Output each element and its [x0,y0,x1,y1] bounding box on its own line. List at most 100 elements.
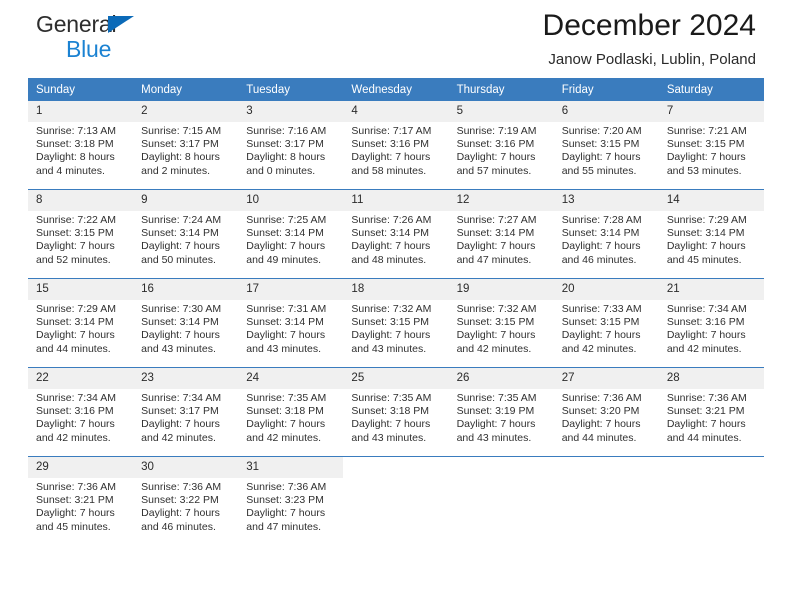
day-cell[interactable]: 1 Sunrise: 7:13 AM Sunset: 3:18 PM Daylight… [28,101,134,190]
day-cell[interactable]: 13 Sunrise: 7:28 AM Sunset: 3:14 PM Dayligh… [553,189,659,279]
day-details: Sunrise: 7:16 AM Sunset: 3:17 PM Daylight:… [238,122,343,178]
day-cell[interactable]: 21 Sunrise: 7:34 AM Sunset: 3:16 PM Dayligh… [658,278,764,368]
daylight-text-line2: and 46 minutes. [141,520,216,533]
day-cell[interactable]: 15 Sunrise: 7:29 AM Sunset: 3:14 PM Dayligh… [28,278,134,368]
daylight-text-line1: Daylight: 7 hours [141,507,220,520]
day-details: Sunrise: 7:34 AM Sunset: 3:17 PM Daylight:… [133,389,238,445]
daylight-text-line1: Daylight: 7 hours [561,329,641,342]
day-details: Sunrise: 7:36 AM Sunset: 3:22 PM Daylight:… [133,478,238,534]
day-cell[interactable]: 14 Sunrise: 7:29 AM Sunset: 3:14 PM Dayligh… [658,189,764,279]
logo-text-general: General [36,11,117,37]
week-row: 1 Sunrise: 7:13 AM Sunset: 3:18 PM Daylight… [28,101,764,190]
sunset-text: Sunset: 3:14 PM [141,227,219,240]
column-header-monday: Monday [133,78,239,101]
sunrise-text: Sunrise: 7:36 AM [666,392,747,404]
day-cell[interactable]: 23 Sunrise: 7:34 AM Sunset: 3:17 PM Dayligh… [133,367,239,457]
day-details: Sunrise: 7:20 AM Sunset: 3:15 PM Daylight:… [554,122,659,178]
day-details: Sunrise: 7:15 AM Sunset: 3:17 PM Daylight:… [133,122,238,178]
sunset-text: Sunset: 3:14 PM [36,316,114,329]
day-cell[interactable]: 22 Sunrise: 7:34 AM Sunset: 3:16 PM Dayligh… [28,367,134,457]
day-details: Sunrise: 7:29 AM Sunset: 3:14 PM Daylight:… [28,300,133,356]
sunset-text: Sunset: 3:14 PM [351,227,430,240]
title-block: December 2024 Janow Podlaski, Lublin, Po… [543,8,756,70]
day-cell[interactable]: 18 Sunrise: 7:32 AM Sunset: 3:15 PM Dayligh… [343,278,449,368]
day-details: Sunrise: 7:36 AM Sunset: 3:23 PM Daylight:… [238,478,343,534]
day-number [448,457,554,466]
daylight-text-line2: and 58 minutes. [351,164,427,177]
day-number: 25 [343,368,449,389]
generalblue-logo[interactable]: General Blue [36,13,166,65]
day-cell[interactable]: 9 Sunrise: 7:24 AM Sunset: 3:14 PM Daylight… [133,189,239,279]
day-details: Sunrise: 7:25 AM Sunset: 3:14 PM Daylight:… [238,211,343,267]
sunset-text: Sunset: 3:14 PM [456,227,535,240]
day-details: Sunrise: 7:28 AM Sunset: 3:14 PM Daylight:… [554,211,659,267]
day-cell[interactable]: 26 Sunrise: 7:35 AM Sunset: 3:19 PM Dayligh… [448,367,554,457]
day-number: 28 [658,368,764,389]
day-number: 31 [238,457,344,478]
day-cell[interactable]: 27 Sunrise: 7:36 AM Sunset: 3:20 PM Dayligh… [553,367,659,457]
daylight-text-line1: Daylight: 7 hours [456,329,536,342]
day-cell[interactable]: 17 Sunrise: 7:31 AM Sunset: 3:14 PM Dayligh… [238,278,344,368]
daylight-text-line2: and 57 minutes. [456,164,532,177]
column-header-tuesday: Tuesday [238,78,344,101]
daylight-text-line1: Daylight: 7 hours [36,240,115,253]
day-number: 13 [553,190,659,211]
day-cell[interactable]: 6 Sunrise: 7:20 AM Sunset: 3:15 PM Daylight… [553,101,659,190]
sunset-text: Sunset: 3:19 PM [456,405,535,418]
day-cell[interactable]: 5 Sunrise: 7:19 AM Sunset: 3:16 PM Daylight… [448,101,554,190]
day-cell-empty [658,456,764,545]
page-title: December 2024 [542,9,756,42]
day-cell[interactable]: 24 Sunrise: 7:35 AM Sunset: 3:18 PM Dayligh… [238,367,344,457]
calendar-body: 1 Sunrise: 7:13 AM Sunset: 3:18 PM Daylight… [28,101,764,545]
day-cell[interactable]: 4 Sunrise: 7:17 AM Sunset: 3:16 PM Daylight… [343,101,449,190]
day-details: Sunrise: 7:13 AM Sunset: 3:18 PM Daylight:… [28,122,133,178]
sunrise-text: Sunrise: 7:36 AM [36,481,116,493]
sunrise-text: Sunrise: 7:32 AM [351,303,432,315]
day-cell[interactable]: 29 Sunrise: 7:36 AM Sunset: 3:21 PM Dayligh… [28,456,134,545]
sunrise-text: Sunrise: 7:21 AM [666,125,747,137]
daylight-text-line2: and 43 minutes. [456,431,532,444]
daylight-text-line2: and 44 minutes. [36,342,111,355]
day-number: 6 [553,101,659,122]
day-number: 12 [448,190,554,211]
sunrise-text: Sunrise: 7:36 AM [246,481,327,493]
day-cell[interactable]: 31 Sunrise: 7:36 AM Sunset: 3:23 PM Dayligh… [238,456,344,545]
day-cell[interactable]: 8 Sunrise: 7:22 AM Sunset: 3:15 PM Daylight… [28,189,134,279]
day-cell[interactable]: 28 Sunrise: 7:36 AM Sunset: 3:21 PM Dayligh… [658,367,764,457]
day-cell[interactable]: 30 Sunrise: 7:36 AM Sunset: 3:22 PM Dayligh… [133,456,239,545]
daylight-text-line1: Daylight: 8 hours [246,151,326,164]
sunrise-text: Sunrise: 7:26 AM [351,214,432,226]
day-cell[interactable]: 7 Sunrise: 7:21 AM Sunset: 3:15 PM Daylight… [658,101,764,190]
day-cell[interactable]: 3 Sunrise: 7:16 AM Sunset: 3:17 PM Daylight… [238,101,344,190]
page-subtitle: Janow Podlaski, Lublin, Poland [548,51,756,68]
day-number: 5 [448,101,554,122]
sunrise-text: Sunrise: 7:29 AM [36,303,116,315]
sunrise-text: Sunrise: 7:35 AM [246,392,327,404]
daylight-text-line1: Daylight: 7 hours [456,418,536,431]
daylight-text-line2: and 42 minutes. [246,431,321,444]
day-cell[interactable]: 12 Sunrise: 7:27 AM Sunset: 3:14 PM Dayligh… [448,189,554,279]
day-details: Sunrise: 7:34 AM Sunset: 3:16 PM Daylight:… [28,389,133,445]
day-cell[interactable]: 10 Sunrise: 7:25 AM Sunset: 3:14 PM Dayligh… [238,189,344,279]
day-cell[interactable]: 20 Sunrise: 7:33 AM Sunset: 3:15 PM Dayligh… [553,278,659,368]
daylight-text-line2: and 55 minutes. [561,164,637,177]
daylight-text-line1: Daylight: 7 hours [36,507,115,520]
daylight-text-line2: and 43 minutes. [246,342,321,355]
day-number: 22 [28,368,134,389]
sunset-text: Sunset: 3:17 PM [141,405,219,418]
day-cell[interactable]: 25 Sunrise: 7:35 AM Sunset: 3:18 PM Dayligh… [343,367,449,457]
sunset-text: Sunset: 3:15 PM [561,138,640,151]
day-cell[interactable]: 16 Sunrise: 7:30 AM Sunset: 3:14 PM Dayligh… [133,278,239,368]
day-cell[interactable]: 2 Sunrise: 7:15 AM Sunset: 3:17 PM Daylight… [133,101,239,190]
day-number: 20 [553,279,659,300]
daylight-text-line1: Daylight: 7 hours [36,418,115,431]
day-cell[interactable]: 11 Sunrise: 7:26 AM Sunset: 3:14 PM Dayligh… [343,189,449,279]
day-details: Sunrise: 7:36 AM Sunset: 3:20 PM Daylight:… [554,389,659,445]
daylight-text-line1: Daylight: 7 hours [246,418,326,431]
sunrise-text: Sunrise: 7:30 AM [141,303,222,315]
sunset-text: Sunset: 3:22 PM [141,494,219,507]
sunset-text: Sunset: 3:17 PM [246,138,324,151]
daylight-text-line1: Daylight: 7 hours [141,418,220,431]
sunset-text: Sunset: 3:16 PM [351,138,430,151]
day-cell[interactable]: 19 Sunrise: 7:32 AM Sunset: 3:15 PM Dayligh… [448,278,554,368]
